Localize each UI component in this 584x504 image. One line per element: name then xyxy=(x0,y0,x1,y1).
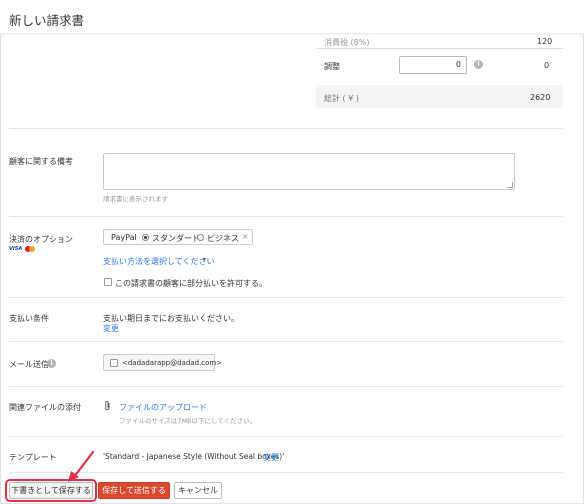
email-recipient-box: <dadadarapp@dadad.com> xyxy=(103,354,222,371)
paperclip-icon xyxy=(105,400,110,410)
notes-label: 顧客に関する備考 xyxy=(9,157,73,166)
radio-business[interactable] xyxy=(197,234,204,241)
page-header: 新しい請求書 xyxy=(0,0,584,34)
section-divider xyxy=(9,386,563,387)
mastercard-icon xyxy=(29,246,35,252)
section-divider xyxy=(9,297,563,298)
section-divider xyxy=(9,128,563,129)
adjustment-input[interactable]: 0 xyxy=(399,56,467,74)
partial-payment-checkbox[interactable] xyxy=(104,278,112,286)
option-business-label[interactable]: ビジネス xyxy=(207,233,239,244)
resize-grip-icon[interactable] xyxy=(507,182,513,188)
total-value: 2620 xyxy=(530,93,551,102)
attachments-label: 関連ファイルの添付 xyxy=(9,403,81,412)
adjustment-input-value: 0 xyxy=(455,60,461,69)
chevron-down-icon[interactable]: ▾ xyxy=(203,256,206,263)
gateway-name: PayPal xyxy=(111,233,137,242)
terms-label: 支払い条件 xyxy=(9,314,49,323)
payment-gateway-box: PayPal スタンダード ビジネス × xyxy=(103,229,253,245)
adjustment-label: 調整 xyxy=(324,62,340,71)
upload-file-link[interactable]: ファイルのアップロード xyxy=(119,402,207,413)
visa-card-icon: VISA xyxy=(9,246,23,252)
totals-divider xyxy=(316,48,563,49)
cancel-button[interactable]: キャンセル xyxy=(174,482,222,499)
payment-label: 決済のオプション xyxy=(9,235,73,244)
template-change-link[interactable]: 変更 xyxy=(263,452,279,463)
info-icon[interactable]: i xyxy=(474,60,483,69)
page-title: 新しい請求書 xyxy=(9,13,85,28)
option-standard-label[interactable]: スタンダード xyxy=(152,233,200,244)
template-value: 'Standard - Japanese Style (Without Seal… xyxy=(103,452,285,461)
notes-hint: 請求書に表示されます xyxy=(103,195,168,203)
tax-value: 120 xyxy=(537,37,553,46)
terms-text: 支払い期日までにお支払いください。 xyxy=(103,314,239,323)
select-payment-method-link[interactable]: 支払い方法を選択してください xyxy=(103,256,215,267)
adjustment-value: 0 xyxy=(544,61,550,70)
template-label: テンプレート xyxy=(9,453,57,462)
attachments-hint: ファイルのサイズは7MB以下にしてください。 xyxy=(119,417,257,425)
notes-textarea[interactable] xyxy=(103,153,515,190)
partial-payment-label[interactable]: この請求書の顧客に部分払いを許可する。 xyxy=(115,278,267,289)
section-divider xyxy=(9,341,563,342)
info-icon[interactable]: i xyxy=(47,359,56,368)
window-frame xyxy=(0,0,584,504)
email-recipient-checkbox[interactable] xyxy=(110,359,118,367)
radio-standard[interactable] xyxy=(142,234,149,241)
remove-gateway-icon[interactable]: × xyxy=(242,232,249,241)
section-divider xyxy=(9,436,563,437)
total-label: 総計 ( ¥ ) xyxy=(324,94,359,103)
email-address: <dadadarapp@dadad.com> xyxy=(122,359,223,367)
terms-change-link[interactable]: 変更 xyxy=(103,323,119,334)
save-and-send-button[interactable]: 保存して送信する xyxy=(98,482,170,499)
save-draft-button[interactable]: 下書きとして保存する xyxy=(9,482,93,499)
tax-label: 消費税 (8%) xyxy=(324,38,370,47)
section-divider xyxy=(9,216,563,217)
email-label: メール送信 xyxy=(9,360,49,369)
